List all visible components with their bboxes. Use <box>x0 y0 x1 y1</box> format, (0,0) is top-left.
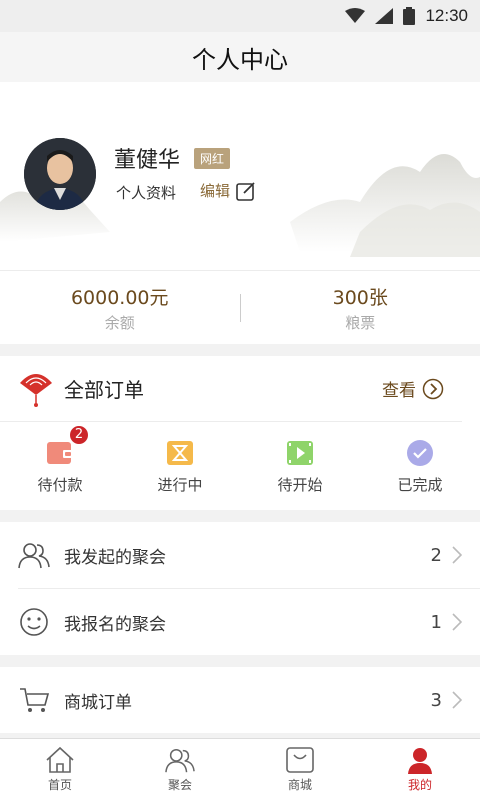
tab-meetups[interactable]: 聚会 <box>120 739 240 800</box>
orders-section: 全部订单 查看 2 待付款 进行中 待开始 已完成 <box>0 356 480 510</box>
fan-icon <box>20 373 52 407</box>
tab-shop[interactable]: 商城 <box>240 739 360 800</box>
users-icon <box>165 748 195 773</box>
bottom-tab-bar: 首页 聚会 商城 我的 <box>0 738 480 800</box>
hourglass-icon <box>167 440 193 465</box>
check-circle-icon <box>407 439 433 466</box>
tickets-cell[interactable]: 300张 粮票 <box>241 283 480 333</box>
list-item-count: 1 <box>430 611 442 633</box>
wifi-icon <box>345 8 366 23</box>
tab-label: 我的 <box>407 778 432 792</box>
tab-label: 聚会 <box>167 778 192 792</box>
profile-info-link[interactable]: 个人资料 <box>116 182 176 203</box>
profile-card: 董健华 网红 个人资料 编辑 <box>0 82 480 270</box>
order-status-label: 进行中 <box>157 475 203 494</box>
list-item-my-joined-meetups[interactable]: 我报名的聚会 1 <box>0 589 480 655</box>
list-item-count: 2 <box>430 544 442 566</box>
status-time: 12:30 <box>425 6 468 25</box>
avatar[interactable] <box>24 138 96 210</box>
orders-header[interactable]: 全部订单 查看 <box>0 356 462 422</box>
edit-label: 编辑 <box>200 182 231 200</box>
balance-amount: 6000.00元 <box>70 286 169 309</box>
order-status-label: 已完成 <box>397 475 443 494</box>
meetup-list: 我发起的聚会 2 我报名的聚会 1 <box>0 522 480 655</box>
balance-cell[interactable]: 6000.00元 余额 <box>0 283 240 333</box>
unpaid-count-badge: 2 <box>68 423 90 446</box>
order-status-pending-start[interactable]: 待开始 <box>240 438 360 495</box>
users-icon <box>18 543 50 569</box>
user-badge: 网红 <box>194 148 231 169</box>
chevron-right-icon <box>452 546 462 564</box>
tickets-amount: 300张 <box>332 286 388 309</box>
user-name: 董健华 <box>114 148 181 173</box>
home-icon <box>46 746 74 773</box>
view-all-orders-button[interactable]: 查看 <box>382 376 444 401</box>
shop-list: 商城订单 3 <box>0 667 480 733</box>
chevron-right-circle-icon <box>422 378 444 399</box>
cart-icon <box>20 688 50 712</box>
shop-icon <box>286 747 314 773</box>
balance-label: 余额 <box>104 313 135 332</box>
page-title: 个人中心 <box>0 32 480 82</box>
person-icon <box>408 748 432 774</box>
smiley-icon <box>20 608 48 636</box>
order-status-row: 2 待付款 进行中 待开始 已完成 <box>0 422 480 510</box>
tab-label: 首页 <box>47 778 72 792</box>
view-label: 查看 <box>382 381 416 401</box>
list-item-count: 3 <box>430 689 442 711</box>
edit-icon <box>236 181 255 201</box>
chevron-right-icon <box>452 613 462 631</box>
list-item-shop-orders[interactable]: 商城订单 3 <box>0 667 480 733</box>
order-status-in-progress[interactable]: 进行中 <box>120 438 240 495</box>
chevron-right-icon <box>452 691 462 709</box>
video-icon <box>287 440 313 465</box>
tab-label: 商城 <box>287 778 312 792</box>
order-status-label: 待付款 <box>37 475 83 494</box>
tab-home[interactable]: 首页 <box>0 739 120 800</box>
order-status-unpaid[interactable]: 2 待付款 <box>0 423 120 495</box>
tab-mine[interactable]: 我的 <box>360 739 480 800</box>
orders-title: 全部订单 <box>64 378 144 402</box>
list-item-label: 我发起的聚会 <box>64 547 166 568</box>
list-item-my-hosted-meetups[interactable]: 我发起的聚会 2 <box>0 522 480 588</box>
signal-icon <box>375 8 394 24</box>
order-status-completed[interactable]: 已完成 <box>360 438 480 495</box>
list-item-label: 我报名的聚会 <box>64 614 166 635</box>
tickets-label: 粮票 <box>345 313 376 332</box>
order-status-label: 待开始 <box>277 475 323 494</box>
edit-profile-button[interactable]: 编辑 <box>200 180 256 201</box>
balance-bar: 6000.00元 余额 300张 粮票 <box>0 270 480 344</box>
battery-icon <box>403 7 416 25</box>
list-item-label: 商城订单 <box>64 692 132 713</box>
status-bar: 12:30 <box>0 0 480 32</box>
